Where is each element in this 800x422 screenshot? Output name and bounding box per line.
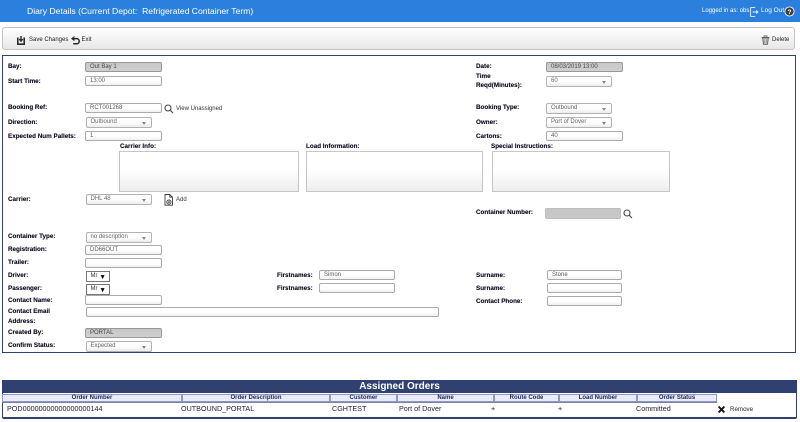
svg-text:?: ? [788, 9, 792, 16]
